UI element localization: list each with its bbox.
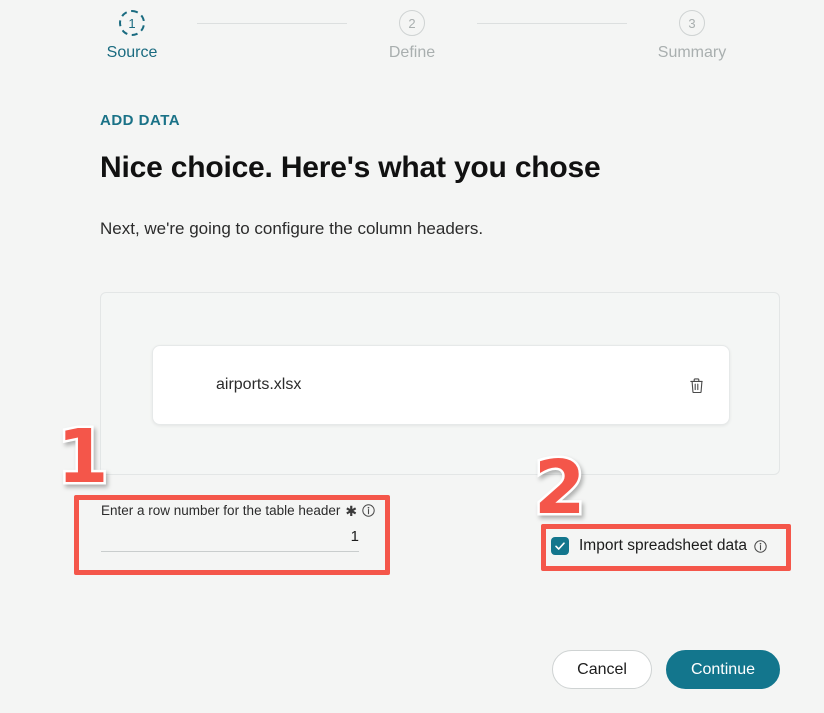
import-spreadsheet-checkbox[interactable]: Import spreadsheet data <box>551 537 767 555</box>
stepper-step-source-label: Source <box>106 44 158 61</box>
page-header: ADD DATA Nice choice. Here's what you ch… <box>100 112 782 239</box>
row-number-field: Enter a row number for the table header … <box>101 502 375 552</box>
eyebrow-label: ADD DATA <box>100 112 181 129</box>
continue-button[interactable]: Continue <box>665 650 780 690</box>
trash-icon[interactable] <box>685 374 707 396</box>
stepper-step-summary-label: Summary <box>657 44 727 61</box>
page-title: Nice choice. Here's what you chose <box>100 151 601 184</box>
stepper-step-define-circle: 2 <box>399 10 425 36</box>
file-name: airports.xlsx <box>216 376 302 393</box>
row-number-input-wrap <box>101 528 359 552</box>
checkbox-checked-icon[interactable] <box>551 537 569 555</box>
page-subtitle: Next, we're going to configure the colum… <box>100 219 484 238</box>
row-number-input[interactable] <box>101 528 359 545</box>
import-spreadsheet-checkbox-label: Import spreadsheet data <box>579 537 767 555</box>
stepper-step-summary-circle: 3 <box>679 10 705 36</box>
stepper-step-source-circle: 1 <box>119 10 145 36</box>
row-number-field-label-text: Enter a row number for the table header <box>101 503 341 518</box>
stepper-step-summary[interactable]: 3 Summary <box>627 10 757 62</box>
import-spreadsheet-checkbox-label-text: Import spreadsheet data <box>579 537 748 554</box>
file-dropzone[interactable]: airports.xlsx <box>100 292 780 475</box>
row-number-field-label: Enter a row number for the table header … <box>101 502 375 519</box>
wizard-stepper: 1 Source 2 Define 3 Summary <box>0 10 824 62</box>
stepper-step-define[interactable]: 2 Define <box>347 10 477 62</box>
stepper-step-define-label: Define <box>388 44 436 61</box>
stepper-connector-1 <box>197 23 347 24</box>
info-icon[interactable] <box>754 539 767 553</box>
footer-actions: Cancel Continue <box>552 650 780 690</box>
info-icon[interactable] <box>362 504 375 517</box>
required-asterisk-icon: ✱ <box>345 502 358 519</box>
file-card: airports.xlsx <box>152 345 730 425</box>
stepper-step-source[interactable]: 1 Source <box>67 10 197 62</box>
cancel-button[interactable]: Cancel <box>552 650 652 690</box>
stepper-connector-2 <box>477 23 627 24</box>
